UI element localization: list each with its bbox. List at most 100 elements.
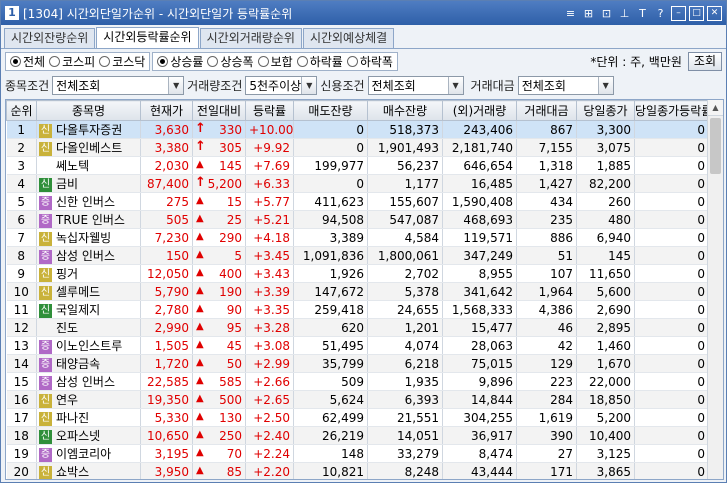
table-row[interactable]: 9 신 핑거 12,050 ▲ 400 +3.43 1,926 2,702 8,955 107 11,… xyxy=(6,264,709,283)
title-bar-icon-3[interactable]: ⊥ xyxy=(617,6,632,21)
stock-name-cell[interactable]: 신 녹십자웰빙 xyxy=(36,228,141,247)
stock-name[interactable]: 오파스넷 xyxy=(56,429,100,443)
table-row[interactable]: 3 쎄노텍 2,030 ▲ 145 +7.69 199,977 56,237 646,654 1,… xyxy=(6,156,709,175)
column-header-2[interactable]: 현재가 xyxy=(140,100,193,121)
stock-name-cell[interactable]: 신 파나진 xyxy=(36,408,141,427)
stock-name-cell[interactable]: 증 TRUE 인버스 xyxy=(36,210,141,229)
stock-name[interactable]: 쇼박스 xyxy=(56,465,89,479)
title-bar-icon-4[interactable]: T xyxy=(635,6,650,21)
stock-name-cell[interactable]: 신 쇼박스 xyxy=(36,462,141,479)
radio-button-icon[interactable] xyxy=(49,55,61,67)
table-row[interactable]: 11 신 국일제지 2,780 ▲ 90 +3.35 259,418 24,655 1,568,3… xyxy=(6,300,709,319)
column-header-10[interactable]: 당일종가등락률 xyxy=(634,100,709,121)
stock-name-cell[interactable]: 신 오파스넷 xyxy=(36,426,141,445)
stock-name[interactable]: 쎄노텍 xyxy=(56,159,89,173)
stock-name[interactable]: 핑거 xyxy=(56,267,78,281)
table-row[interactable]: 16 신 연우 19,350 ▲ 500 +2.65 5,624 6,393 14,844 284 1… xyxy=(6,390,709,409)
stock-name[interactable]: 신한 인버스 xyxy=(56,195,115,209)
credit-condition-select[interactable]: 전체조회 ▼ xyxy=(367,75,464,95)
table-row[interactable]: 18 신 오파스넷 10,650 ▲ 250 +2.40 26,219 14,051 36,917… xyxy=(6,426,709,445)
stock-name-cell[interactable]: 신 국일제지 xyxy=(36,300,141,319)
market-radio-0[interactable]: 전체 xyxy=(8,53,47,70)
stock-name[interactable]: 이노인스트루 xyxy=(56,339,122,353)
stock-name-cell[interactable]: 쎄노텍 xyxy=(36,156,141,175)
column-header-7[interactable]: (외)거래량 xyxy=(442,100,517,121)
tab-0[interactable]: 시간외잔량순위 xyxy=(4,28,96,48)
title-bar-icon-8[interactable]: ✕ xyxy=(707,5,722,21)
table-row[interactable]: 4 신 금비 87,400 ↑ 5,200 +6.33 0 1,177 16,485 1,427 82… xyxy=(6,174,709,193)
sort-radio-2[interactable]: 보합 xyxy=(256,53,295,70)
column-header-6[interactable]: 매수잔량 xyxy=(367,100,443,121)
stock-name[interactable]: 셀루메드 xyxy=(56,285,100,299)
stock-name[interactable]: 삼성 인버스 xyxy=(56,249,115,263)
radio-button-icon[interactable] xyxy=(10,55,21,67)
stock-name[interactable]: 이엠코리아 xyxy=(56,447,111,461)
stock-name-cell[interactable]: 진도 xyxy=(36,318,141,337)
column-header-5[interactable]: 매도잔량 xyxy=(293,100,368,121)
stock-name-cell[interactable]: 신 금비 xyxy=(36,174,141,193)
table-row[interactable]: 7 신 녹십자웰빙 7,230 ▲ 290 +4.18 3,389 4,584 119,571 88… xyxy=(6,228,709,247)
stock-name-cell[interactable]: 신 연우 xyxy=(36,390,141,409)
radio-button-icon[interactable] xyxy=(99,55,111,67)
sort-radio-4[interactable]: 하락폭 xyxy=(345,53,395,70)
scroll-up-icon[interactable]: ▲ xyxy=(708,100,723,116)
stock-name-cell[interactable]: 증 신한 인버스 xyxy=(36,192,141,211)
table-row[interactable]: 13 증 이노인스트루 1,505 ▲ 45 +3.08 51,495 4,074 28,063 4… xyxy=(6,336,709,355)
title-bar[interactable]: 1 [1304] 시간외단일가순위 - 시간외단일가 등락률순위 ≡ ⊞ ⊡ ⊥ T? –… xyxy=(1,1,726,25)
column-header-1[interactable]: 종목명 xyxy=(36,100,141,121)
stock-name-cell[interactable]: 증 이엠코리아 xyxy=(36,444,141,463)
stock-name[interactable]: 태양금속 xyxy=(56,357,100,371)
stock-name[interactable]: TRUE 인버스 xyxy=(56,213,125,227)
table-row[interactable]: 20 신 쇼박스 3,950 ▲ 85 +2.20 10,821 8,248 43,444 171 3… xyxy=(6,462,709,479)
stock-name[interactable]: 파나진 xyxy=(56,411,89,425)
title-bar-icon-1[interactable]: ⊞ xyxy=(581,6,596,21)
table-row[interactable]: 2 신 다올인베스트 3,380 ↑ 305 +9.92 0 1,901,493 2,181,74… xyxy=(6,138,709,157)
radio-button-icon[interactable] xyxy=(296,55,308,67)
table-row[interactable]: 6 증 TRUE 인버스 505 ▲ 25 +5.21 94,508 547,087 468,69… xyxy=(6,210,709,229)
stock-name[interactable]: 연우 xyxy=(56,393,78,407)
volume-condition-select[interactable]: 5천주이상 ▼ xyxy=(245,75,318,95)
table-row[interactable]: 5 증 신한 인버스 275 ▲ 15 +5.77 411,623 155,607 1,590,4… xyxy=(6,192,709,211)
radio-button-icon[interactable] xyxy=(157,55,169,67)
table-row[interactable]: 19 증 이엠코리아 3,195 ▲ 70 +2.24 148 33,279 8,474 27 3,1… xyxy=(6,444,709,463)
tab-3[interactable]: 시간외예상체결 xyxy=(302,28,395,48)
stock-name-cell[interactable]: 증 태양금속 xyxy=(36,354,141,373)
stock-name-cell[interactable]: 증 삼성 인버스 xyxy=(36,246,141,265)
search-button[interactable]: 조회 xyxy=(687,51,722,71)
table-row[interactable]: 10 신 셀루메드 5,790 ▲ 190 +3.39 147,672 5,378 341,642… xyxy=(6,282,709,301)
stock-name[interactable]: 다올인베스트 xyxy=(56,141,122,155)
column-header-9[interactable]: 당일종가 xyxy=(576,100,635,121)
column-header-4[interactable]: 등락률 xyxy=(245,100,294,121)
title-bar-icon-0[interactable]: ≡ xyxy=(563,6,578,21)
stock-name-cell[interactable]: 신 핑거 xyxy=(36,264,141,283)
stock-name[interactable]: 진도 xyxy=(56,321,78,335)
chevron-down-icon[interactable]: ▼ xyxy=(168,76,184,94)
table-row[interactable]: 15 증 삼성 인버스 22,585 ▲ 585 +2.66 509 1,935 9,896 223… xyxy=(6,372,709,391)
title-bar-icon-7[interactable]: □ xyxy=(689,5,704,21)
table-row[interactable]: 1 신 다올투자증권 3,630 ↑ 330 +10.00 0 518,373 243,406 86… xyxy=(6,120,709,139)
tab-1[interactable]: 시간외등락률순위 xyxy=(96,27,199,48)
scroll-thumb[interactable] xyxy=(710,118,721,174)
vertical-scrollbar[interactable]: ▲ xyxy=(707,100,723,479)
radio-button-icon[interactable] xyxy=(207,55,219,67)
stock-name-cell[interactable]: 신 다올투자증권 xyxy=(36,120,141,139)
table-row[interactable]: 8 증 삼성 인버스 150 ▲ 5 +3.45 1,091,836 1,800,061 347,… xyxy=(6,246,709,265)
sort-radio-0[interactable]: 상승률 xyxy=(155,53,205,70)
sort-radio-1[interactable]: 상승폭 xyxy=(205,53,255,70)
column-header-3[interactable]: 전일대비 xyxy=(192,100,246,121)
stock-name[interactable]: 삼성 인버스 xyxy=(56,375,115,389)
stock-name-cell[interactable]: 증 삼성 인버스 xyxy=(36,372,141,391)
stock-name-cell[interactable]: 신 다올인베스트 xyxy=(36,138,141,157)
table-row[interactable]: 12 진도 2,990 ▲ 95 +3.28 620 1,201 15,477 46 2,895 0 xyxy=(6,318,709,337)
column-header-0[interactable]: 순위 xyxy=(6,100,37,121)
stock-name[interactable]: 국일제지 xyxy=(56,303,100,317)
stock-name[interactable]: 다올투자증권 xyxy=(56,123,122,137)
amount-condition-select[interactable]: 전체조회 ▼ xyxy=(517,75,614,95)
column-header-8[interactable]: 거래대금 xyxy=(516,100,577,121)
chevron-down-icon[interactable]: ▼ xyxy=(597,76,613,94)
table-row[interactable]: 14 증 태양금속 1,720 ▲ 50 +2.99 35,799 6,218 75,015 129… xyxy=(6,354,709,373)
table-row[interactable]: 17 신 파나진 5,330 ▲ 130 +2.50 62,499 21,551 304,255 1… xyxy=(6,408,709,427)
title-bar-icon-2[interactable]: ⊡ xyxy=(599,6,614,21)
stock-name-cell[interactable]: 증 이노인스트루 xyxy=(36,336,141,355)
stock-name[interactable]: 녹십자웰빙 xyxy=(56,231,111,245)
